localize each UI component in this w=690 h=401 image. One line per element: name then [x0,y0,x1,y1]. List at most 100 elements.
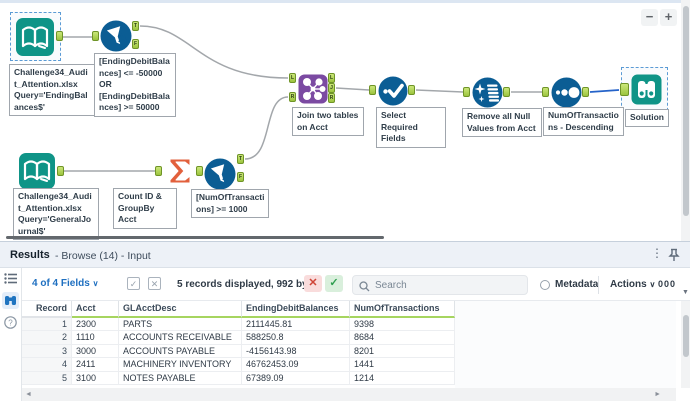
deselect-fields-icon[interactable]: ✕ [148,277,161,290]
table-cell[interactable]: 2111445.81 [242,318,350,331]
input-anchor[interactable] [369,85,376,95]
table-cell[interactable]: 3000 [72,345,119,358]
tool-annotation[interactable]: Solution [625,109,669,127]
left-input-anchor[interactable]: L [289,73,296,83]
table-cell[interactable]: 1110 [72,331,119,344]
select-all-fields-icon[interactable]: ✓ [127,277,140,290]
table-cell[interactable]: 2 [22,331,72,344]
right-output-anchor[interactable]: R [328,93,335,103]
output-anchor[interactable] [57,166,64,176]
table-cell[interactable]: 8684 [350,331,455,344]
output-anchor[interactable] [56,31,63,41]
fields-dropdown[interactable]: 4 of 4 Fields ∨ [32,278,98,289]
actions-dropdown[interactable]: Actions ∨ [610,279,655,290]
tool-annotation[interactable]: Remove all Null Values from Acct [462,108,542,137]
table-row[interactable]: 33000ACCOUNTS PAYABLE-4156143.988201 [22,345,455,358]
tool-annotation[interactable]: [NumOfTransacti ons] >= 1000 [191,189,269,218]
table-cell[interactable]: 2411 [72,358,119,371]
right-input-anchor[interactable]: R [289,92,296,102]
false-anchor[interactable]: F [132,39,139,49]
table-cell[interactable]: 67389.09 [242,372,350,385]
input-tool-general-journal[interactable] [18,152,56,190]
column-header-record[interactable]: Record [22,301,72,318]
table-row[interactable]: 21110ACCOUNTS RECEIVABLE588250.88684 [22,331,455,344]
table-cell[interactable]: 588250.8 [242,331,350,344]
help-icon[interactable]: ? [2,314,19,331]
table-cell[interactable]: MACHINERY INVENTORY [119,358,242,371]
config-list-icon[interactable] [2,270,19,287]
column-header-endingdebitbalances[interactable]: EndingDebitBalances [242,301,350,318]
table-cell[interactable]: 5 [22,372,72,385]
table-cell[interactable]: 9398 [350,318,455,331]
output-anchor[interactable] [503,87,510,97]
table-cell[interactable]: PARTS [119,318,242,331]
input-tool-ending-balances[interactable] [15,17,55,57]
table-horizontal-scrollbar[interactable]: ◄ ► [22,388,676,401]
canvas-horizontal-scrollbar[interactable] [6,236,384,239]
scroll-right-arrow[interactable]: ► [654,391,661,398]
tool-annotation[interactable]: NumOfTransactio ns - Descending [543,107,624,136]
table-cell[interactable]: ACCOUNTS PAYABLE [119,345,242,358]
tool-annotation[interactable]: Challenge34_Audi t_Attention.xlsx Query=… [9,64,95,116]
table-row[interactable]: 12300PARTS2111445.819398 [22,318,455,331]
errors-button[interactable]: ✕ [304,275,322,292]
scrollbar-thumb[interactable] [683,6,689,216]
select-tool[interactable] [378,76,408,106]
table-row[interactable]: 42411MACHINERY INVENTORY46762453.091441 [22,358,455,371]
cleanse-tool[interactable] [472,77,503,108]
join-tool[interactable] [298,74,328,104]
table-corner-icon[interactable]: ▼ [681,288,690,298]
browse-tool-solution[interactable] [631,74,662,105]
table-cell[interactable]: 2300 [72,318,119,331]
table-cell[interactable]: 1441 [350,358,455,371]
join-output-anchor[interactable]: J [328,83,335,93]
pin-icon[interactable] [668,248,680,262]
table-cell[interactable]: 3 [22,345,72,358]
metadata-label[interactable]: Metadata [555,279,598,290]
column-header-acct[interactable]: Acct [72,301,119,318]
sort-tool[interactable] [551,77,582,108]
tool-annotation[interactable]: Join two tables on Acct [292,107,364,136]
table-cell[interactable]: 1 [22,318,72,331]
filter-tool-ending-balances[interactable]: A [100,20,132,52]
table-vertical-scrollbar[interactable] [681,301,690,388]
input-anchor[interactable] [463,87,470,97]
false-anchor[interactable]: F [237,172,244,182]
zoom-in-button[interactable]: + [660,9,677,26]
output-anchor[interactable] [582,87,589,97]
zoom-out-button[interactable]: − [641,9,658,26]
table-cell[interactable]: NOTES PAYABLE [119,372,242,385]
input-anchor[interactable] [620,83,629,96]
cell-viewer-toggle[interactable]: 000 [658,279,676,289]
output-anchor[interactable] [196,166,203,176]
table-cell[interactable]: 3100 [72,372,119,385]
scroll-left-arrow[interactable]: ◄ [25,391,32,398]
table-cell[interactable]: 46762453.09 [242,358,350,371]
column-header-glacctdesc[interactable]: GLAcctDesc [119,301,242,318]
workflow-canvas[interactable]: A T F A T [0,0,690,241]
scrollbar-thumb[interactable] [683,315,689,357]
tool-annotation[interactable]: [EndingDebitBala nces] <= -50000 OR [End… [94,53,176,117]
column-header-numoftransactions[interactable]: NumOfTransactions [350,301,455,318]
kebab-menu-icon[interactable]: ⋮ [651,246,663,260]
left-output-anchor[interactable]: L [328,73,335,83]
true-anchor[interactable]: T [132,21,139,31]
input-anchor[interactable] [542,87,549,97]
tool-annotation[interactable]: Count ID & GroupBy Acct [113,188,177,229]
success-button[interactable]: ✓ [325,275,343,292]
table-cell[interactable]: ACCOUNTS RECEIVABLE [119,331,242,344]
browse-view-icon[interactable] [2,292,19,309]
table-cell[interactable]: 4 [22,358,72,371]
metadata-radio[interactable] [540,280,550,290]
summarize-tool[interactable] [163,154,197,188]
canvas-vertical-scrollbar[interactable] [681,0,690,241]
search-box[interactable] [352,275,528,295]
table-cell[interactable]: 8201 [350,345,455,358]
table-cell[interactable]: 1214 [350,372,455,385]
input-anchor[interactable] [92,31,99,41]
table-cell[interactable]: -4156143.98 [242,345,350,358]
input-anchor[interactable] [155,166,162,176]
tool-annotation[interactable]: Select Required Fields [376,107,446,148]
filter-tool-transactions[interactable]: A [204,158,236,190]
tool-annotation[interactable]: Challenge34_Audi t_Attention.xlsx Query=… [13,188,99,240]
